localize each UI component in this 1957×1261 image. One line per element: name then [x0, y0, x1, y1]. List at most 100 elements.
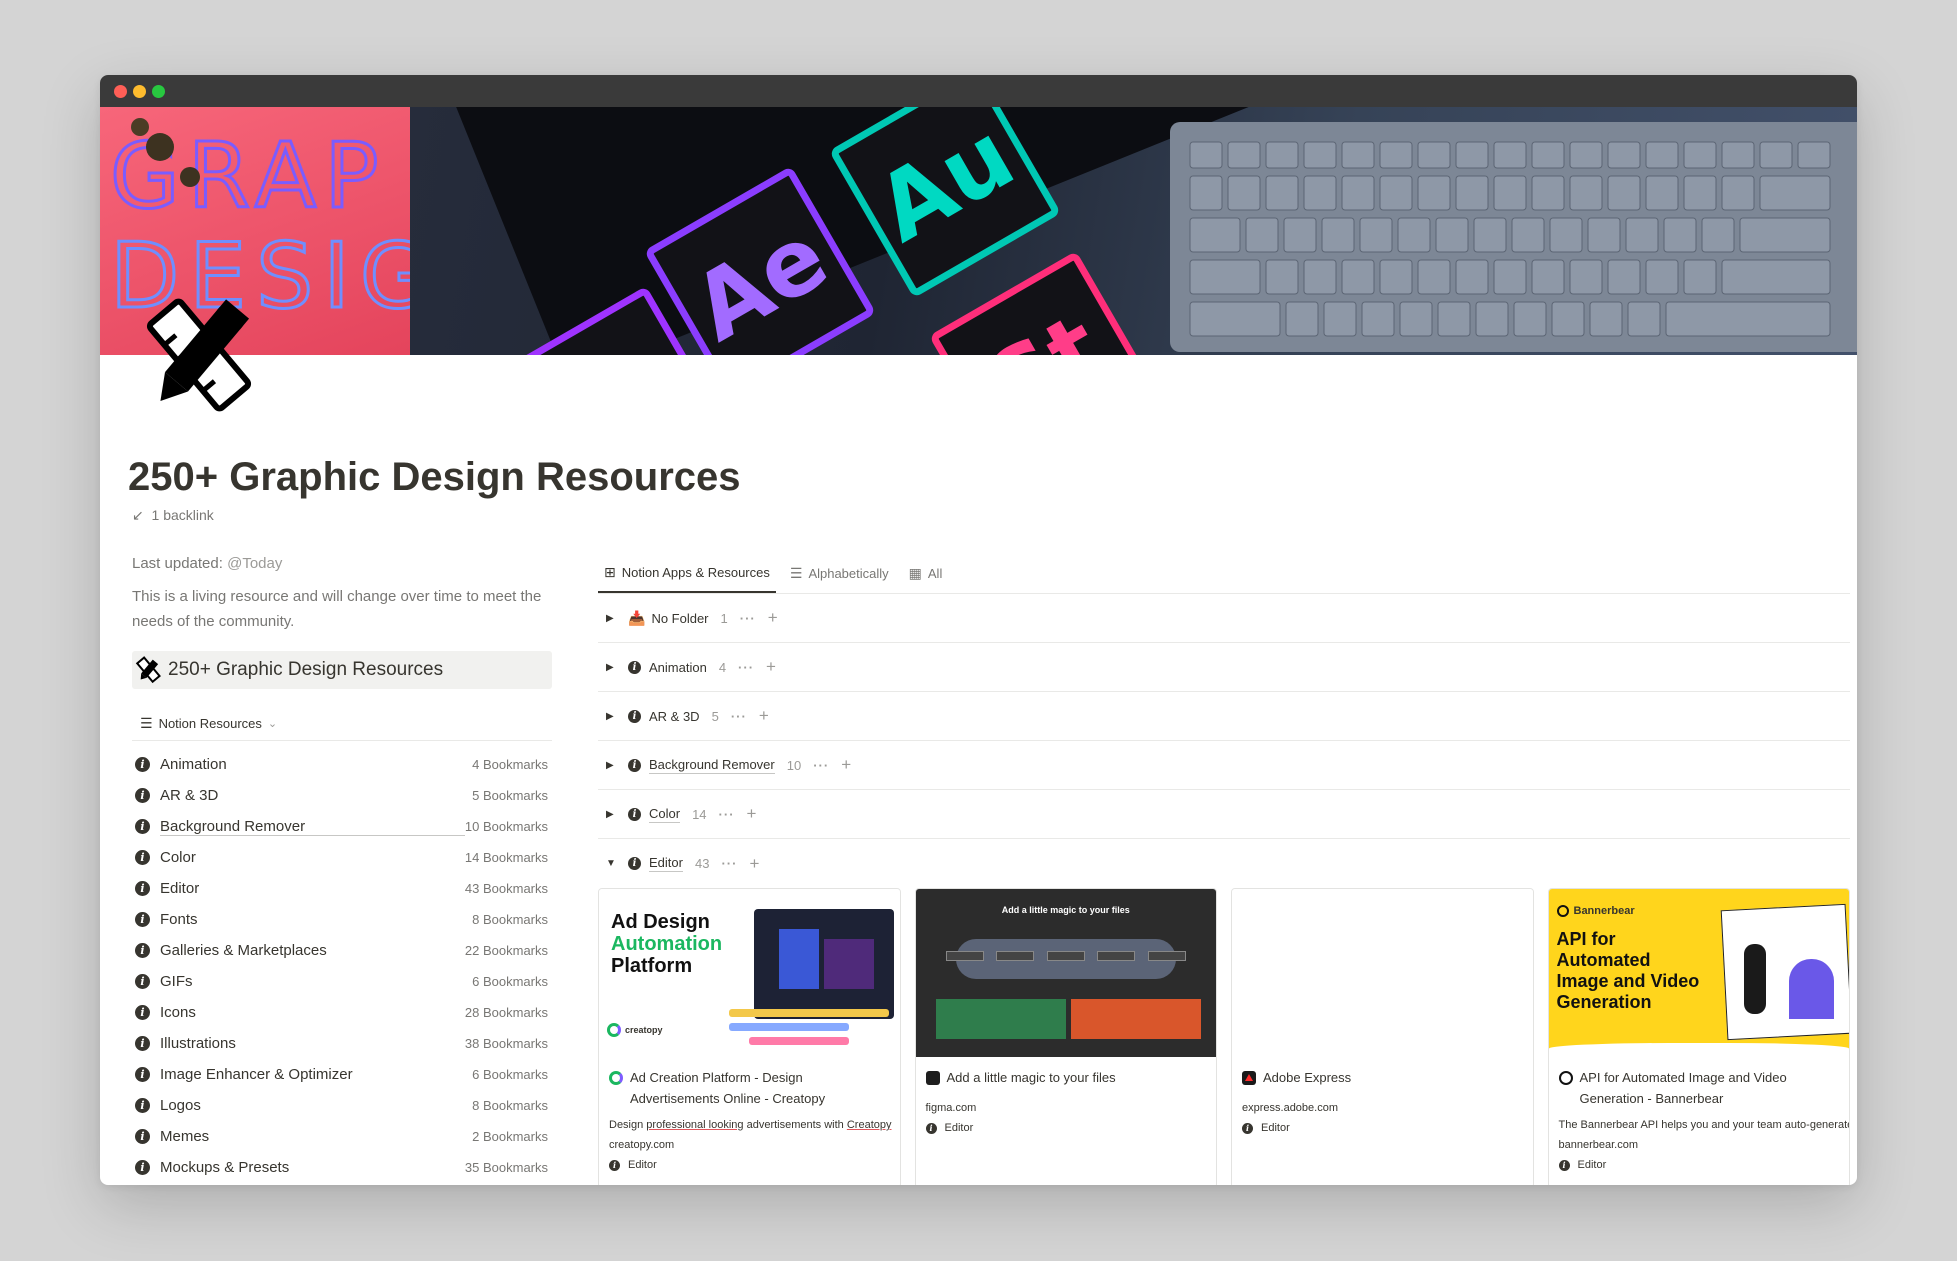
card-description: The Bannerbear API helps you and your te… — [1558, 1119, 1850, 1131]
backlink-arrow-icon: ↙ — [132, 507, 144, 523]
maximize-window-button[interactable] — [152, 85, 165, 98]
tab-all[interactable]: ▦ All — [903, 554, 949, 593]
table-icon: ▦ — [908, 565, 922, 581]
bookmark-card[interactable]: Add a little magic to your files Add a l… — [914, 888, 1217, 1185]
minimize-window-button[interactable] — [133, 85, 146, 98]
page-description: This is a living resource and will chang… — [132, 588, 542, 630]
card-url: express.adobe.com — [1242, 1102, 1338, 1114]
group-row[interactable]: ▶ i Background Remover 10 ··· + — [598, 741, 1850, 790]
page-title[interactable]: 250+ Graphic Design Resources — [128, 455, 741, 500]
info-icon: i — [135, 1036, 150, 1051]
more-options-icon[interactable]: ··· — [731, 709, 747, 724]
info-icon: i — [135, 974, 150, 989]
resource-row[interactable]: i AR & 3D 5 Bookmarks — [132, 780, 552, 811]
bookmark-card[interactable]: Bannerbear API for Automated Image and V… — [1547, 888, 1850, 1185]
info-icon: i — [628, 758, 641, 772]
info-icon: i — [135, 1129, 150, 1144]
resource-row[interactable]: i Memes 2 Bookmarks — [132, 1121, 552, 1152]
browser-window: GRAP DESIGN Ae Au St Pr — [100, 75, 1857, 1185]
backlink[interactable]: ↙ 1 backlink — [132, 507, 214, 524]
resource-row[interactable]: i Image Enhancer & Optimizer 6 Bookmarks — [132, 1059, 552, 1090]
add-icon[interactable]: + — [841, 755, 851, 775]
card-title: Ad Creation Platform - Design Advertisem… — [630, 1070, 826, 1106]
group-row[interactable]: ▼ i Editor 43 ··· + — [598, 839, 1850, 888]
tab-notion-apps-resources[interactable]: ⊞ Notion Apps & Resources — [598, 554, 776, 593]
card-tag: i Editor — [1549, 1151, 1850, 1171]
more-options-icon[interactable]: ··· — [721, 856, 737, 871]
add-icon[interactable]: + — [759, 706, 769, 726]
info-icon: i — [1242, 1122, 1253, 1134]
bookmark-gallery: Ad Design Automation Platform creatopy A… — [598, 888, 1850, 1185]
resource-row[interactable]: i Icons 28 Bookmarks — [132, 997, 552, 1028]
more-options-icon[interactable]: ··· — [813, 758, 829, 773]
close-window-button[interactable] — [114, 85, 127, 98]
cover-keyboard — [1170, 122, 1857, 352]
card-url: figma.com — [925, 1102, 977, 1114]
collapsed-triangle-icon[interactable]: ▶ — [606, 662, 618, 673]
resource-row[interactable]: i Mockups & Presets 35 Bookmarks — [132, 1152, 552, 1183]
bannerbear-favicon-icon — [1558, 1071, 1573, 1085]
card-thumbnail: Ad Design Automation Platform creatopy — [599, 889, 900, 1057]
tab-alphabetically[interactable]: ☰ Alphabetically — [784, 554, 895, 593]
last-updated: Last updated: @Today — [132, 555, 283, 572]
resource-row[interactable]: i Fonts 8 Bookmarks — [132, 904, 552, 935]
info-icon: i — [135, 1067, 150, 1082]
collapsed-triangle-icon[interactable]: ▶ — [606, 711, 618, 722]
card-url: creatopy.com — [609, 1139, 675, 1151]
bookmark-card[interactable]: Adobe Express express.adobe.com i Editor — [1231, 888, 1534, 1185]
card-title: Add a little magic to your files — [946, 1070, 1116, 1085]
resource-row[interactable]: i Galleries & Marketplaces 22 Bookmarks — [132, 935, 552, 966]
group-row[interactable]: ▶ 📥 No Folder 1 ··· + — [598, 594, 1850, 643]
info-icon: i — [1558, 1159, 1570, 1171]
list-icon: ☰ — [789, 565, 803, 581]
info-icon: i — [135, 881, 150, 896]
window-titlebar — [100, 75, 1857, 107]
bookmarks-database: ⊞ Notion Apps & Resources ☰ Alphabetically… — [598, 555, 1850, 1185]
card-thumbnail: Add a little magic to your files — [915, 889, 1216, 1057]
resource-row[interactable]: i Background Remover 10 Bookmarks — [132, 811, 552, 842]
more-options-icon[interactable]: ··· — [740, 611, 756, 626]
expanded-triangle-icon[interactable]: ▼ — [606, 858, 618, 869]
resource-row[interactable]: i Logos 8 Bookmarks — [132, 1090, 552, 1121]
info-icon: i — [135, 850, 150, 865]
creatopy-favicon-icon — [609, 1071, 623, 1085]
keyboard-keys — [1189, 141, 1831, 337]
collapsed-triangle-icon[interactable]: ▶ — [606, 613, 618, 624]
info-icon: i — [628, 807, 641, 821]
page-cover-image[interactable]: GRAP DESIGN Ae Au St Pr — [100, 107, 1857, 355]
info-icon: i — [925, 1122, 937, 1134]
date-mention[interactable]: @Today — [227, 555, 282, 572]
add-icon[interactable]: + — [747, 804, 757, 824]
page-link-block[interactable]: 250+ Graphic Design Resources — [132, 651, 552, 689]
resource-row[interactable]: i Illustrations 38 Bookmarks — [132, 1028, 552, 1059]
group-row[interactable]: ▶ i Color 14 ··· + — [598, 790, 1850, 839]
add-icon[interactable]: + — [768, 608, 778, 628]
more-options-icon[interactable]: ··· — [738, 660, 754, 675]
info-icon: i — [135, 1005, 150, 1020]
info-icon: i — [135, 912, 150, 927]
figma-favicon-icon — [925, 1071, 940, 1085]
collapsed-triangle-icon[interactable]: ▶ — [606, 809, 618, 820]
resource-row[interactable]: i GIFs 6 Bookmarks — [132, 966, 552, 997]
add-icon[interactable]: + — [749, 854, 759, 874]
add-icon[interactable]: + — [766, 657, 776, 677]
resource-row[interactable]: i Animation 4 Bookmarks — [132, 749, 552, 780]
view-tabs: ⊞ Notion Apps & Resources ☰ Alphabetically… — [598, 555, 1850, 594]
resource-row[interactable]: i Color 14 Bookmarks — [132, 842, 552, 873]
info-icon: i — [628, 660, 641, 674]
notion-resources-view-tab[interactable]: ☰ Notion Resources ⌄ — [132, 707, 552, 741]
design-tools-icon[interactable] — [134, 290, 264, 420]
card-description: Design professional looking advertisemen… — [609, 1119, 892, 1131]
more-options-icon[interactable]: ··· — [719, 807, 735, 822]
bookmark-card[interactable]: Ad Design Automation Platform creatopy A… — [598, 888, 901, 1185]
left-column: Last updated: @Today This is a living re… — [132, 555, 552, 1183]
group-row[interactable]: ▶ i Animation 4 ··· + — [598, 643, 1850, 692]
resource-row[interactable]: i Editor 43 Bookmarks — [132, 873, 552, 904]
resource-list: i Animation 4 Bookmarks i AR & 3D 5 Bookmark… — [132, 749, 552, 1183]
bannerbear-logo-icon — [1556, 905, 1569, 917]
info-icon: i — [135, 1160, 150, 1175]
collapsed-triangle-icon[interactable]: ▶ — [606, 760, 618, 771]
group-row[interactable]: ▶ i AR & 3D 5 ··· + — [598, 692, 1850, 741]
info-icon: i — [628, 709, 641, 723]
card-tag: i Editor — [916, 1114, 1217, 1134]
